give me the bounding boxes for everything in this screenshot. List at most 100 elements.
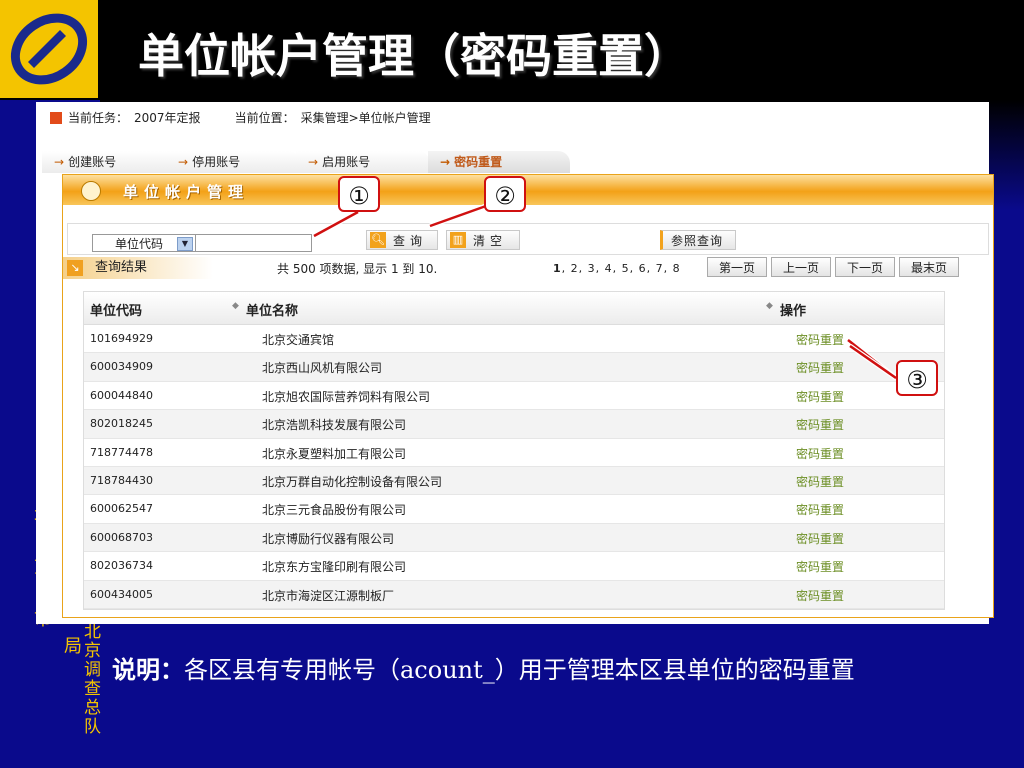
cell-name: 北京永夏塑料加工有限公司 — [262, 446, 407, 461]
search-input[interactable] — [196, 234, 312, 252]
first-page-button[interactable]: 第一页 — [707, 257, 767, 277]
side-text-survey-team: 北京调查总队 — [80, 622, 100, 736]
password-reset-link[interactable]: 密码重置 — [796, 501, 844, 518]
sort-icon[interactable]: ◆ — [766, 301, 773, 311]
table-row: 600044840 北京旭农国际营养饲料有限公司 密码重置 — [84, 382, 944, 411]
page-current: 1 — [553, 262, 562, 275]
cell-code: 802018245 — [90, 417, 153, 431]
cell-name: 北京旭农国际营养饲料有限公司 — [262, 389, 431, 404]
location-label: 当前位置： — [234, 111, 295, 125]
column-header-action: 操作 — [780, 304, 807, 319]
cell-code: 600434005 — [90, 587, 153, 601]
table-row: 600034909 北京西山风机有限公司 密码重置 — [84, 353, 944, 382]
note-text: 各区县有专用帐号（acount_）用于管理本区县单位的密码重置 — [184, 656, 855, 684]
table-body: 101694929 北京交通宾馆 密码重置 600034909 北京西山风机有限公司密… — [84, 325, 944, 609]
task-label: 当前任务： — [68, 111, 129, 125]
table-row: 718774478 北京永夏塑料加工有限公司 密码重置 — [84, 439, 944, 467]
cell-name: 北京市海淀区江源制板厂 — [262, 588, 395, 603]
account-table: 单位代码 ◆ 单位名称 ◆ 操作 101694929 北京交通宾馆 密码重置 600… — [83, 291, 945, 610]
password-reset-link[interactable]: 密码重置 — [796, 558, 844, 575]
chevron-down-icon[interactable]: ▼ — [177, 237, 193, 251]
table-row: 718784430 北京万群自动化控制设备有限公司 密码重置 — [84, 466, 944, 496]
field-select-value: 单位代码 — [115, 237, 164, 251]
sort-icon[interactable]: ◆ — [232, 301, 239, 311]
last-page-button[interactable]: 最末页 — [899, 257, 959, 277]
password-reset-link[interactable]: 密码重置 — [796, 388, 844, 405]
callout-marker-2: ② — [484, 176, 526, 212]
password-reset-link[interactable]: 密码重置 — [796, 587, 844, 604]
reference-query-button[interactable]: 参照查询 — [660, 230, 736, 250]
table-header: 单位代码 ◆ 单位名称 ◆ 操作 — [84, 292, 944, 325]
arrow-right-icon: → — [178, 155, 189, 169]
tab-create-account[interactable]: → 创建账号 — [42, 151, 176, 173]
password-reset-link[interactable]: 密码重置 — [796, 530, 844, 547]
query-button-label: 查询 — [393, 234, 428, 248]
tab-label: 停用账号 — [192, 155, 241, 169]
page-links[interactable]: , 2, 3, 4, 5, 6, 7, 8 — [562, 262, 681, 275]
password-reset-link[interactable]: 密码重置 — [796, 331, 844, 348]
prev-page-button[interactable]: 上一页 — [771, 257, 831, 277]
result-label: 查询结果 — [95, 260, 148, 275]
next-page-button[interactable]: 下一页 — [835, 257, 895, 277]
tab-bar: → 创建账号 → 停用账号 → 启用账号 → 密码重置 — [42, 151, 982, 173]
table-row: 101694929 北京交通宾馆 密码重置 — [84, 325, 944, 354]
callout-marker-3: ③ — [896, 360, 938, 396]
account-management-module: 单位帐户管理 单位代码 ▼ 🔍︎查询 ▥清空 参照查询 ↘ 查询结果 共 5 — [62, 174, 994, 618]
password-reset-link[interactable]: 密码重置 — [796, 416, 844, 433]
reference-query-label: 参照查询 — [671, 234, 724, 248]
table-row: 802036734 北京东方宝隆印刷有限公司 密码重置 — [84, 552, 944, 581]
arrow-right-icon: → — [440, 155, 451, 169]
breadcrumb: 采集管理>单位帐户管理 — [300, 111, 431, 125]
table-row: 600068703 北京博励行仪器有限公司 密码重置 — [84, 523, 944, 553]
cell-name: 北京东方宝隆印刷有限公司 — [262, 560, 407, 575]
cell-name: 北京交通宾馆 — [262, 333, 335, 347]
table-row: 600062547 北京三元食品股份有限公司 密码重置 — [84, 495, 944, 524]
cell-code: 718784430 — [90, 473, 153, 487]
cell-name: 北京西山风机有限公司 — [262, 361, 383, 376]
cell-code: 718774478 — [90, 445, 153, 459]
result-count: 共 500 项数据, 显示 1 到 10. — [277, 262, 438, 276]
cell-code: 802036734 — [90, 559, 153, 573]
query-button[interactable]: 🔍︎ 查询 — [366, 230, 438, 250]
cell-code: 101694929 — [90, 332, 153, 345]
slide-note: 说明：各区县有专用帐号（acount_）用于管理本区县单位的密码重置 — [112, 650, 855, 685]
arrow-right-icon: → — [54, 155, 65, 169]
column-header-name[interactable]: 单位名称 — [246, 300, 298, 319]
result-tag: ↘ 查询结果 — [63, 257, 213, 279]
module-header: 单位帐户管理 — [63, 175, 993, 205]
column-header-code[interactable]: 单位代码 — [90, 300, 142, 319]
password-reset-link[interactable]: 密码重置 — [796, 445, 844, 462]
tab-label: 创建账号 — [68, 155, 117, 169]
tab-disable-account[interactable]: → 停用账号 — [166, 151, 300, 173]
cell-code: 600034909 — [90, 360, 153, 374]
table-row: 802018245 北京浩凯科技发展有限公司 密码重置 — [84, 410, 944, 439]
callout-marker-1: ① — [338, 176, 380, 212]
trash-icon: ▥ — [450, 232, 466, 248]
logo-emblem-icon — [10, 13, 88, 85]
password-reset-link[interactable]: 密码重置 — [796, 473, 844, 490]
task-bar: 当前任务： 2007年定报 当前位置： 采集管理>单位帐户管理 — [50, 109, 431, 126]
password-reset-link[interactable]: 密码重置 — [796, 359, 844, 376]
cell-name: 北京三元食品股份有限公司 — [262, 503, 407, 518]
clear-button-label: 清空 — [473, 234, 508, 248]
field-select[interactable]: 单位代码 ▼ — [92, 234, 196, 252]
module-title: 单位帐户管理 — [123, 183, 250, 201]
module-arrow-icon — [81, 181, 101, 201]
tab-label: 启用账号 — [322, 155, 371, 169]
clear-button[interactable]: ▥ 清空 — [446, 230, 520, 250]
tab-password-reset[interactable]: → 密码重置 — [428, 151, 570, 173]
cell-code: 600068703 — [90, 530, 153, 544]
cell-name: 北京浩凯科技发展有限公司 — [262, 418, 407, 433]
arrow-right-icon: → — [308, 155, 319, 169]
search-icon: 🔍︎ — [370, 232, 386, 248]
result-bar: ↘ 查询结果 共 500 项数据, 显示 1 到 10. 1, 2, 3, 4,… — [63, 257, 993, 279]
search-toolbar: 单位代码 ▼ 🔍︎ 查询 ▥ 清空 参照查询 — [67, 223, 989, 255]
cell-name: 北京博励行仪器有限公司 — [262, 531, 395, 546]
task-icon — [50, 111, 62, 124]
table-row: 600434005 北京市海淀区江源制板厂 密码重置 — [84, 580, 944, 609]
cell-code: 600062547 — [90, 502, 153, 516]
tab-enable-account[interactable]: → 启用账号 — [296, 151, 430, 173]
tab-label: 密码重置 — [454, 155, 503, 169]
slide-title: 单位帐户管理（密码重置） — [138, 29, 690, 83]
cell-code: 600044840 — [90, 388, 153, 402]
